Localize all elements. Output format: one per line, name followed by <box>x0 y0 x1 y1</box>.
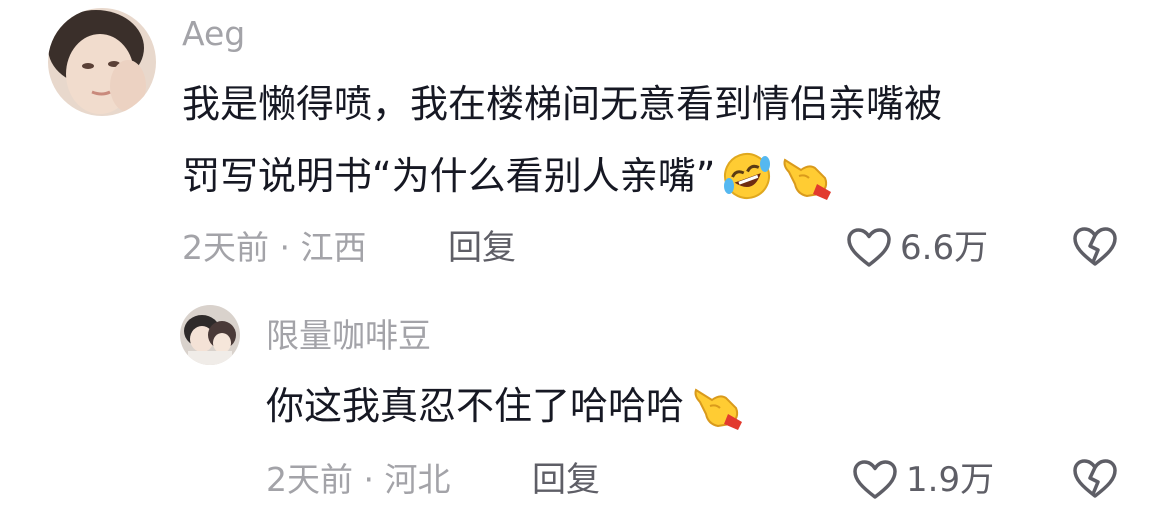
avatar[interactable] <box>180 305 240 365</box>
comment-text-line-2: 罚写说明书“为什么看别人亲嘴” <box>182 150 835 202</box>
comment-meta: 2天前 · 江西 <box>182 226 366 270</box>
comment-text: 我是懒得喷，我在楼梯间无意看到情侣亲嘴被 <box>182 82 943 126</box>
heart-outline-icon <box>852 459 898 501</box>
comment-username[interactable]: Aeg <box>182 14 245 54</box>
reply-text-line: 你这我真忍不住了哈哈哈 <box>266 380 746 432</box>
like-count: 6.6万 <box>900 228 989 268</box>
reply-username[interactable]: 限量咖啡豆 <box>266 316 431 356</box>
comment-time: 2天前 <box>182 228 269 267</box>
reply-time: 2天前 <box>266 460 353 499</box>
comment-text-line-1: 我是懒得喷，我在楼梯间无意看到情侣亲嘴被 <box>182 78 942 130</box>
avatar[interactable] <box>48 8 156 116</box>
like-button[interactable]: 1.9万 <box>852 456 994 504</box>
reply-text: 你这我真忍不住了哈哈哈 <box>266 384 685 428</box>
reply-button[interactable]: 回复 <box>448 226 516 270</box>
heart-outline-icon <box>846 227 892 269</box>
broken-heart-outline-icon[interactable] <box>1072 458 1118 500</box>
pointing-hand-emoji <box>690 380 746 432</box>
comment-location: 江西 <box>300 228 367 267</box>
meta-separator: · <box>269 228 301 267</box>
rolling-on-floor-laughing-emoji <box>721 150 773 202</box>
like-button[interactable]: 6.6万 <box>846 224 988 272</box>
pointing-hand-emoji <box>779 150 835 202</box>
meta-separator: · <box>353 460 385 499</box>
reply-button[interactable]: 回复 <box>532 458 600 502</box>
comment-text: 罚写说明书“为什么看别人亲嘴” <box>182 154 716 198</box>
reply-meta: 2天前 · 河北 <box>266 458 450 502</box>
like-count: 1.9万 <box>906 460 995 500</box>
reply-location: 河北 <box>384 460 451 499</box>
broken-heart-outline-icon[interactable] <box>1072 226 1118 268</box>
